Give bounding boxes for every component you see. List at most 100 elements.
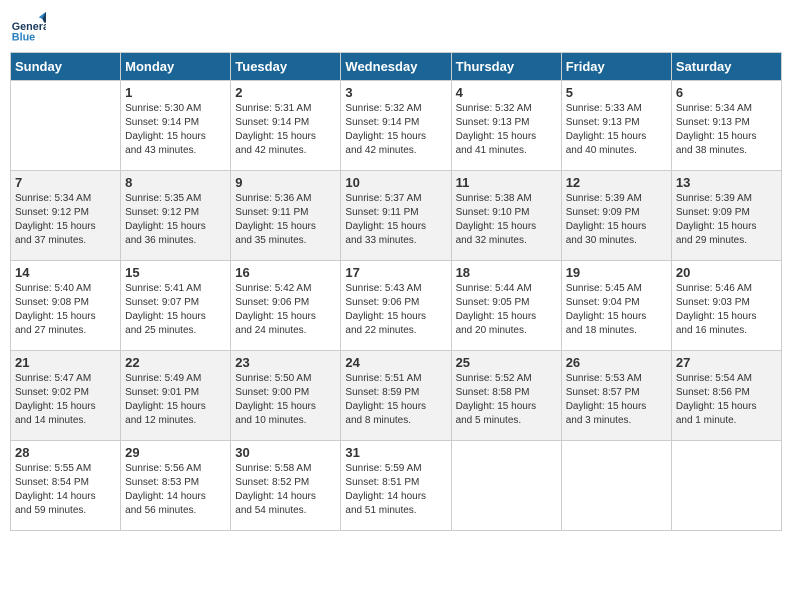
calendar-cell: 19 Sunrise: 5:45 AM Sunset: 9:04 PM Dayli… bbox=[561, 261, 671, 351]
calendar-cell: 9 Sunrise: 5:36 AM Sunset: 9:11 PM Daylig… bbox=[231, 171, 341, 261]
day-number: 25 bbox=[456, 355, 557, 370]
calendar-cell: 20 Sunrise: 5:46 AM Sunset: 9:03 PM Dayli… bbox=[671, 261, 781, 351]
day-number: 22 bbox=[125, 355, 226, 370]
day-number: 16 bbox=[235, 265, 336, 280]
day-info: Sunrise: 5:33 AM Sunset: 9:13 PM Dayligh… bbox=[566, 102, 667, 158]
day-info: Sunrise: 5:49 AM Sunset: 9:01 PM Dayligh… bbox=[125, 372, 226, 428]
calendar-cell: 24 Sunrise: 5:51 AM Sunset: 8:59 PM Dayli… bbox=[341, 351, 451, 441]
day-info: Sunrise: 5:32 AM Sunset: 9:13 PM Dayligh… bbox=[456, 102, 557, 158]
day-number: 17 bbox=[345, 265, 446, 280]
day-info: Sunrise: 5:40 AM Sunset: 9:08 PM Dayligh… bbox=[15, 282, 116, 338]
day-info: Sunrise: 5:59 AM Sunset: 8:51 PM Dayligh… bbox=[345, 462, 446, 518]
logo: General Blue bbox=[10, 10, 46, 46]
calendar-cell: 27 Sunrise: 5:54 AM Sunset: 8:56 PM Dayli… bbox=[671, 351, 781, 441]
day-number: 26 bbox=[566, 355, 667, 370]
day-info: Sunrise: 5:43 AM Sunset: 9:06 PM Dayligh… bbox=[345, 282, 446, 338]
calendar-cell: 2 Sunrise: 5:31 AM Sunset: 9:14 PM Daylig… bbox=[231, 81, 341, 171]
calendar-cell bbox=[11, 81, 121, 171]
day-info: Sunrise: 5:34 AM Sunset: 9:13 PM Dayligh… bbox=[676, 102, 777, 158]
page-header: General Blue bbox=[10, 10, 782, 46]
calendar-cell: 6 Sunrise: 5:34 AM Sunset: 9:13 PM Daylig… bbox=[671, 81, 781, 171]
weekday-header-row: SundayMondayTuesdayWednesdayThursdayFrid… bbox=[11, 53, 782, 81]
calendar-cell: 8Sunrise: 5:35 AM Sunset: 9:12 PM Daylig… bbox=[121, 171, 231, 261]
day-number: 23 bbox=[235, 355, 336, 370]
calendar-cell: 4 Sunrise: 5:32 AM Sunset: 9:13 PM Daylig… bbox=[451, 81, 561, 171]
calendar-cell: 7 Sunrise: 5:34 AM Sunset: 9:12 PM Daylig… bbox=[11, 171, 121, 261]
calendar-cell: 1Sunrise: 5:30 AM Sunset: 9:14 PM Daylig… bbox=[121, 81, 231, 171]
day-number: 1 bbox=[125, 85, 226, 100]
week-row-2: 7 Sunrise: 5:34 AM Sunset: 9:12 PM Daylig… bbox=[11, 171, 782, 261]
day-info: Sunrise: 5:41 AM Sunset: 9:07 PM Dayligh… bbox=[125, 282, 226, 338]
day-info: Sunrise: 5:42 AM Sunset: 9:06 PM Dayligh… bbox=[235, 282, 336, 338]
svg-text:Blue: Blue bbox=[12, 32, 35, 44]
day-info: Sunrise: 5:54 AM Sunset: 8:56 PM Dayligh… bbox=[676, 372, 777, 428]
calendar-cell: 28 Sunrise: 5:55 AM Sunset: 8:54 PM Dayli… bbox=[11, 441, 121, 531]
calendar-cell: 15 Sunrise: 5:41 AM Sunset: 9:07 PM Dayli… bbox=[121, 261, 231, 351]
day-info: Sunrise: 5:52 AM Sunset: 8:58 PM Dayligh… bbox=[456, 372, 557, 428]
day-number: 20 bbox=[676, 265, 777, 280]
calendar-cell: 26 Sunrise: 5:53 AM Sunset: 8:57 PM Dayli… bbox=[561, 351, 671, 441]
weekday-header-saturday: Saturday bbox=[671, 53, 781, 81]
calendar-cell: 25 Sunrise: 5:52 AM Sunset: 8:58 PM Dayli… bbox=[451, 351, 561, 441]
day-info: Sunrise: 5:56 AM Sunset: 8:53 PM Dayligh… bbox=[125, 462, 226, 518]
day-number: 12 bbox=[566, 175, 667, 190]
weekday-header-thursday: Thursday bbox=[451, 53, 561, 81]
calendar-cell: 22 Sunrise: 5:49 AM Sunset: 9:01 PM Dayli… bbox=[121, 351, 231, 441]
calendar-cell: 23Sunrise: 5:50 AM Sunset: 9:00 PM Dayli… bbox=[231, 351, 341, 441]
day-info: Sunrise: 5:38 AM Sunset: 9:10 PM Dayligh… bbox=[456, 192, 557, 248]
day-info: Sunrise: 5:31 AM Sunset: 9:14 PM Dayligh… bbox=[235, 102, 336, 158]
day-number: 19 bbox=[566, 265, 667, 280]
day-info: Sunrise: 5:36 AM Sunset: 9:11 PM Dayligh… bbox=[235, 192, 336, 248]
day-info: Sunrise: 5:51 AM Sunset: 8:59 PM Dayligh… bbox=[345, 372, 446, 428]
day-info: Sunrise: 5:55 AM Sunset: 8:54 PM Dayligh… bbox=[15, 462, 116, 518]
day-number: 14 bbox=[15, 265, 116, 280]
day-info: Sunrise: 5:46 AM Sunset: 9:03 PM Dayligh… bbox=[676, 282, 777, 338]
calendar-cell: 16 Sunrise: 5:42 AM Sunset: 9:06 PM Dayli… bbox=[231, 261, 341, 351]
calendar-cell: 3Sunrise: 5:32 AM Sunset: 9:14 PM Daylig… bbox=[341, 81, 451, 171]
calendar-cell: 18 Sunrise: 5:44 AM Sunset: 9:05 PM Dayli… bbox=[451, 261, 561, 351]
day-info: Sunrise: 5:35 AM Sunset: 9:12 PM Dayligh… bbox=[125, 192, 226, 248]
weekday-header-friday: Friday bbox=[561, 53, 671, 81]
day-number: 15 bbox=[125, 265, 226, 280]
day-number: 21 bbox=[15, 355, 116, 370]
weekday-header-wednesday: Wednesday bbox=[341, 53, 451, 81]
day-info: Sunrise: 5:34 AM Sunset: 9:12 PM Dayligh… bbox=[15, 192, 116, 248]
calendar-cell: 30 Sunrise: 5:58 AM Sunset: 8:52 PM Dayli… bbox=[231, 441, 341, 531]
day-number: 7 bbox=[15, 175, 116, 190]
day-info: Sunrise: 5:58 AM Sunset: 8:52 PM Dayligh… bbox=[235, 462, 336, 518]
calendar-cell: 14 Sunrise: 5:40 AM Sunset: 9:08 PM Dayli… bbox=[11, 261, 121, 351]
calendar-cell: 13Sunrise: 5:39 AM Sunset: 9:09 PM Dayli… bbox=[671, 171, 781, 261]
calendar-cell: 31 Sunrise: 5:59 AM Sunset: 8:51 PM Dayli… bbox=[341, 441, 451, 531]
day-number: 11 bbox=[456, 175, 557, 190]
calendar-cell bbox=[671, 441, 781, 531]
day-number: 13 bbox=[676, 175, 777, 190]
week-row-5: 28 Sunrise: 5:55 AM Sunset: 8:54 PM Dayli… bbox=[11, 441, 782, 531]
day-info: Sunrise: 5:53 AM Sunset: 8:57 PM Dayligh… bbox=[566, 372, 667, 428]
logo-icon: General Blue bbox=[10, 10, 46, 46]
day-number: 28 bbox=[15, 445, 116, 460]
calendar-cell bbox=[451, 441, 561, 531]
day-number: 9 bbox=[235, 175, 336, 190]
weekday-header-tuesday: Tuesday bbox=[231, 53, 341, 81]
calendar-cell: 5 Sunrise: 5:33 AM Sunset: 9:13 PM Daylig… bbox=[561, 81, 671, 171]
day-number: 2 bbox=[235, 85, 336, 100]
day-number: 6 bbox=[676, 85, 777, 100]
week-row-1: 1Sunrise: 5:30 AM Sunset: 9:14 PM Daylig… bbox=[11, 81, 782, 171]
day-number: 30 bbox=[235, 445, 336, 460]
day-info: Sunrise: 5:45 AM Sunset: 9:04 PM Dayligh… bbox=[566, 282, 667, 338]
day-number: 24 bbox=[345, 355, 446, 370]
day-number: 4 bbox=[456, 85, 557, 100]
calendar-cell: 10Sunrise: 5:37 AM Sunset: 9:11 PM Dayli… bbox=[341, 171, 451, 261]
calendar-table: SundayMondayTuesdayWednesdayThursdayFrid… bbox=[10, 52, 782, 531]
day-number: 10 bbox=[345, 175, 446, 190]
calendar-cell: 12Sunrise: 5:39 AM Sunset: 9:09 PM Dayli… bbox=[561, 171, 671, 261]
day-number: 31 bbox=[345, 445, 446, 460]
calendar-cell bbox=[561, 441, 671, 531]
day-number: 18 bbox=[456, 265, 557, 280]
day-number: 5 bbox=[566, 85, 667, 100]
day-number: 27 bbox=[676, 355, 777, 370]
day-info: Sunrise: 5:44 AM Sunset: 9:05 PM Dayligh… bbox=[456, 282, 557, 338]
calendar-cell: 17 Sunrise: 5:43 AM Sunset: 9:06 PM Dayli… bbox=[341, 261, 451, 351]
week-row-4: 21Sunrise: 5:47 AM Sunset: 9:02 PM Dayli… bbox=[11, 351, 782, 441]
weekday-header-sunday: Sunday bbox=[11, 53, 121, 81]
